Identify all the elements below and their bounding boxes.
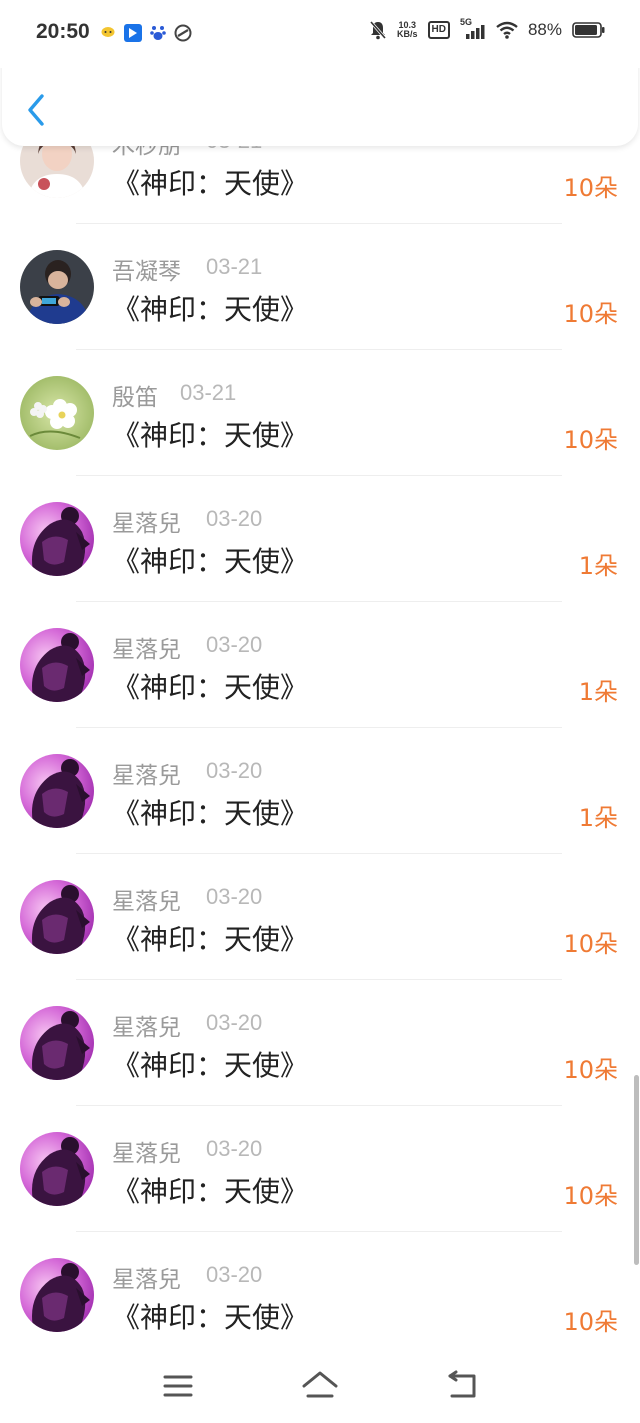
gift-count: 10朵 [563, 174, 618, 202]
gift-count: 1朵 [578, 804, 618, 832]
net-speed-unit: KB/s [397, 29, 418, 39]
list-item[interactable]: 星落兒 03-20 《神印：天使》 10朵 [0, 1232, 640, 1358]
gift-count: 10朵 [563, 1056, 618, 1084]
battery-percent: 88% [527, 20, 562, 39]
home-button[interactable] [300, 1368, 340, 1404]
anime-girl-avatar-icon [20, 1006, 94, 1080]
gift-count: 1朵 [578, 678, 618, 706]
chevron-left-icon [28, 94, 44, 126]
sender-name: 星落兒 [112, 1015, 181, 1041]
back-button[interactable] [22, 90, 52, 130]
gift-count: 10朵 [563, 426, 618, 454]
sender-name: 星落兒 [112, 637, 181, 663]
send-date: 03-20 [206, 1010, 263, 1035]
send-date: 03-20 [206, 1136, 263, 1161]
send-date: 03-21 [206, 254, 263, 279]
gift-count: 10朵 [563, 300, 618, 328]
avatar [20, 1258, 94, 1332]
gift-count: 10朵 [563, 930, 618, 958]
system-nav-bar [0, 1348, 640, 1423]
gift-title: 《神印：天使》 [112, 1301, 309, 1334]
send-date: 03-20 [206, 1262, 263, 1287]
baidu-paw-icon [150, 26, 166, 40]
link-app-icon [174, 24, 192, 42]
send-date: 03-21 [180, 380, 237, 405]
send-date: 03-20 [206, 506, 263, 531]
gift-title: 《神印：天使》 [112, 797, 309, 830]
avatar [20, 502, 94, 576]
gift-count: 1朵 [578, 552, 618, 580]
gamer-avatar-icon [20, 250, 94, 324]
gift-count: 10朵 [563, 1308, 618, 1336]
anime-girl-avatar-icon [20, 754, 94, 828]
gift-count: 10朵 [563, 1182, 618, 1210]
send-date: 03-20 [206, 884, 263, 909]
back-arrow-icon [448, 1370, 476, 1398]
avatar [20, 628, 94, 702]
sender-name: 吾凝琴 [112, 259, 181, 285]
gift-title: 《神印：天使》 [112, 167, 309, 200]
battery-icon [572, 22, 605, 38]
status-indicators: 10.3 KB/s HD 5G 88% [369, 17, 606, 40]
list-item[interactable]: 吾凝琴 03-21 《神印：天使》 10朵 [0, 224, 640, 350]
hd-badge: HD [427, 21, 450, 39]
list-item[interactable]: 星落兒 03-20 《神印：天使》 1朵 [0, 728, 640, 854]
avatar [20, 880, 94, 954]
home-icon [302, 1371, 338, 1398]
signal-indicator: 5G [460, 17, 486, 40]
list-item[interactable]: 星落兒 03-20 《神印：天使》 10朵 [0, 854, 640, 980]
chat-bubble-icon [101, 27, 115, 37]
avatar [20, 1132, 94, 1206]
signal-bars-icon [465, 25, 485, 39]
gift-title: 《神印：天使》 [112, 1049, 309, 1082]
gift-title: 《神印：天使》 [112, 1175, 309, 1208]
sender-name: 殷笛 [112, 385, 158, 411]
list-item[interactable]: 殷笛 03-21 《神印：天使》 10朵 [0, 350, 640, 476]
avatar [20, 376, 94, 450]
send-date: 03-20 [206, 758, 263, 783]
menu-icon [163, 1375, 193, 1397]
gift-title: 《神印：天使》 [112, 671, 309, 704]
send-date: 03-20 [206, 632, 263, 657]
list-item[interactable]: 星落兒 03-20 《神印：天使》 1朵 [0, 602, 640, 728]
scrollbar[interactable] [634, 1075, 639, 1265]
avatar [20, 1006, 94, 1080]
anime-girl-avatar-icon [20, 880, 94, 954]
status-bar: 20:50 10.3 KB/s HD 5G 88% [0, 0, 640, 68]
notification-icons [100, 24, 192, 42]
anime-girl-avatar-icon [20, 502, 94, 576]
gift-title: 《神印：天使》 [112, 419, 309, 452]
status-time: 20:50 [36, 20, 90, 43]
anime-girl-avatar-icon [20, 1258, 94, 1332]
gift-title: 《神印：天使》 [112, 293, 309, 326]
gift-title: 《神印：天使》 [112, 545, 309, 578]
anime-girl-avatar-icon [20, 628, 94, 702]
list-item[interactable]: 星落兒 03-20 《神印：天使》 1朵 [0, 476, 640, 602]
list-item[interactable]: 星落兒 03-20 《神印：天使》 10朵 [0, 980, 640, 1106]
sender-name: 星落兒 [112, 763, 181, 789]
app-header [2, 58, 638, 146]
anime-girl-avatar-icon [20, 1132, 94, 1206]
back-nav-button[interactable] [442, 1368, 482, 1404]
wifi-icon [496, 21, 518, 39]
menu-button[interactable] [158, 1368, 198, 1404]
avatar [20, 250, 94, 324]
gift-record-list: 木秒朋 03-21 《神印：天使》 10朵 吾凝琴 03-21 《神印：天使》 … [0, 98, 640, 1358]
sender-name: 星落兒 [112, 1141, 181, 1167]
sender-name: 星落兒 [112, 511, 181, 537]
gift-title: 《神印：天使》 [112, 923, 309, 956]
mute-bell-icon [369, 21, 387, 40]
sender-name: 星落兒 [112, 889, 181, 915]
list-item[interactable]: 星落兒 03-20 《神印：天使》 10朵 [0, 1106, 640, 1232]
avatar [20, 754, 94, 828]
network-speed: 10.3 KB/s [397, 21, 418, 39]
flower-avatar-icon [20, 376, 94, 450]
blue-app-icon [124, 24, 142, 42]
sender-name: 星落兒 [112, 1267, 181, 1293]
